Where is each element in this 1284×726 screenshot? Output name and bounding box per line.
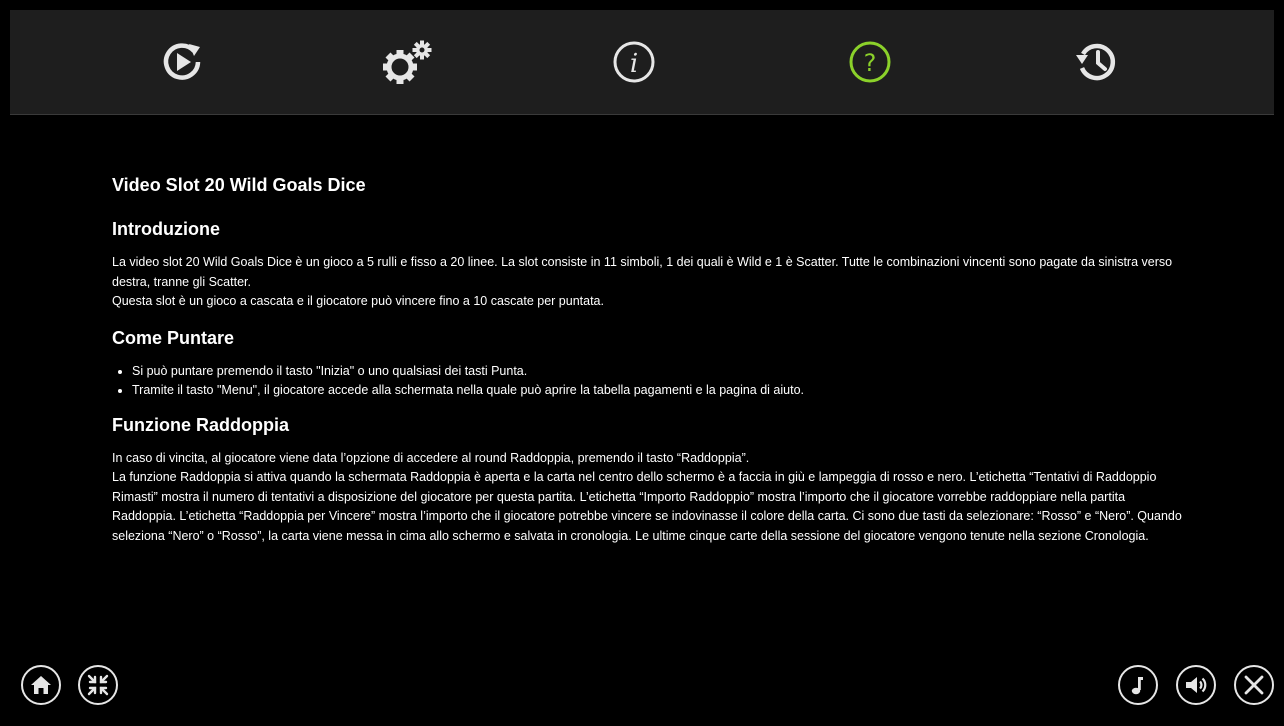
- page-title: Video Slot 20 Wild Goals Dice: [112, 175, 366, 195]
- tab-help[interactable]: ?: [830, 22, 910, 102]
- paragraph: In caso di vincita, al giocatore viene d…: [112, 450, 750, 465]
- history-icon: [1076, 43, 1116, 81]
- home-button[interactable]: [21, 665, 61, 705]
- help-content: Video Slot 20 Wild Goals Dice Introduzio…: [112, 170, 1182, 650]
- svg-text:i: i: [630, 49, 638, 79]
- collapse-icon: [87, 674, 109, 696]
- settings-gears-icon: [383, 40, 432, 84]
- paragraph: La video slot 20 Wild Goals Dice è un gi…: [112, 255, 1173, 289]
- close-button[interactable]: [1234, 665, 1274, 705]
- sound-icon: [1186, 677, 1207, 693]
- info-icon: i: [613, 41, 655, 83]
- tab-autoplay[interactable]: [142, 22, 222, 102]
- bet-instructions-list: Si può puntare premendo il tasto "Inizia…: [112, 362, 1182, 401]
- help-icon: ?: [849, 41, 891, 83]
- tab-settings[interactable]: [368, 22, 448, 102]
- section-heading-introduction: Introduzione: [112, 219, 220, 239]
- paragraph: La funzione Raddoppia si attiva quando l…: [112, 470, 1182, 543]
- game-help-screen: i ? Video Slot 20 Wild Goals Dice Introd…: [0, 0, 1284, 726]
- home-icon: [31, 676, 51, 694]
- section-heading-how-to-bet: Come Puntare: [112, 327, 235, 348]
- sound-button[interactable]: [1176, 665, 1216, 705]
- list-item: Tramite il tasto "Menu", il giocatore ac…: [132, 381, 1182, 401]
- section-heading-double-feature: Funzione Raddoppia: [112, 414, 289, 435]
- menu-tab-bar: i ?: [10, 10, 1274, 115]
- paragraph: Questa slot è un gioco a cascata e il gi…: [112, 294, 604, 308]
- tab-info[interactable]: i: [594, 22, 674, 102]
- autoplay-icon: [163, 43, 201, 80]
- svg-text:?: ?: [864, 49, 877, 77]
- music-icon: [1131, 677, 1143, 695]
- tab-history[interactable]: [1056, 22, 1136, 102]
- exit-fullscreen-button[interactable]: [78, 665, 118, 705]
- introduction-text: La video slot 20 Wild Goals Dice è un gi…: [112, 253, 1182, 312]
- double-feature-text: In caso di vincita, al giocatore viene d…: [112, 449, 1182, 547]
- list-item: Si può puntare premendo il tasto "Inizia…: [132, 362, 1182, 382]
- music-button[interactable]: [1118, 665, 1158, 705]
- close-icon: [1244, 675, 1264, 695]
